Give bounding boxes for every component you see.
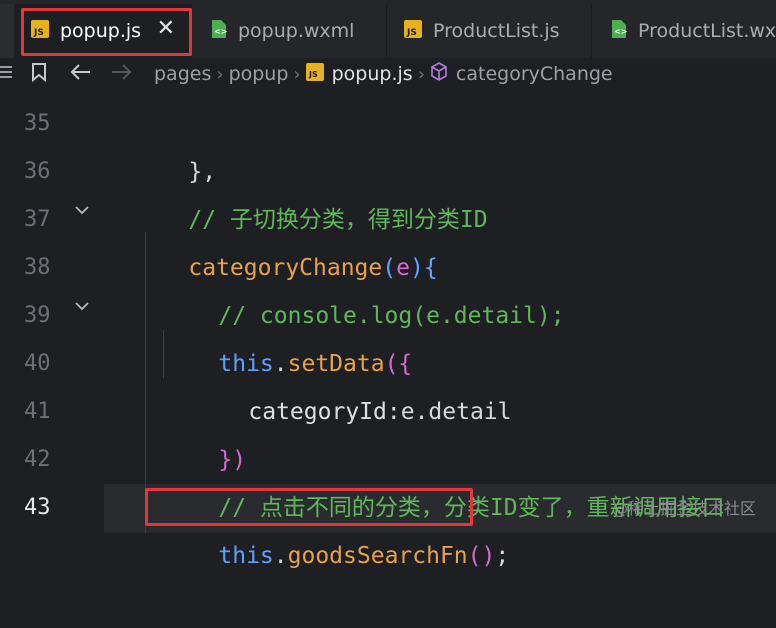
fold-chevron-down-icon[interactable] bbox=[73, 201, 91, 219]
code-token: goodsSearchFn bbox=[287, 543, 468, 569]
line-number: 39 bbox=[24, 303, 51, 328]
code-line: categoryChange(e){ bbox=[133, 196, 437, 281]
svg-text:JS: JS bbox=[308, 70, 318, 79]
menu-icon[interactable] bbox=[0, 63, 14, 85]
code-token: this bbox=[218, 543, 274, 569]
code-line: this.setData({ bbox=[163, 292, 412, 377]
code-line: // console.log(e.detail); bbox=[163, 244, 564, 329]
tab-scroll-edge bbox=[0, 4, 14, 58]
svg-text:<>: <> bbox=[614, 27, 627, 36]
forward-arrow-icon[interactable] bbox=[110, 63, 132, 86]
tab-label: ProductList.wxml bbox=[638, 20, 776, 42]
code-line: // 点击不同的分类，分类ID变了，重新调用接口 bbox=[163, 436, 724, 521]
line-number: 42 bbox=[24, 447, 51, 472]
tab-label: ProductList.js bbox=[433, 20, 560, 42]
tab-label: popup.wxml bbox=[238, 20, 355, 42]
code-line: }, bbox=[133, 100, 216, 185]
tab-productlist-js[interactable]: JS ProductList.js bbox=[387, 4, 592, 58]
line-number: 40 bbox=[24, 351, 51, 376]
wxml-file-icon: <> bbox=[608, 19, 628, 44]
code-editor[interactable]: 35 36 37 38 39 40 41 42 43 }, // 子切换分类，得… bbox=[0, 90, 776, 569]
breadcrumb-item[interactable]: popup.js bbox=[332, 63, 413, 85]
bookmark-icon[interactable] bbox=[30, 62, 48, 87]
tab-productlist-wxml[interactable]: <> ProductList.wxml bbox=[592, 4, 776, 58]
line-number: 36 bbox=[24, 159, 51, 184]
code-token: :e.detail bbox=[386, 399, 512, 425]
line-number: 37 bbox=[24, 207, 51, 232]
code-token: ; bbox=[495, 543, 510, 569]
breadcrumb-item[interactable]: categoryChange bbox=[456, 63, 613, 85]
line-number-gutter: 35 36 37 38 39 40 41 42 43 bbox=[0, 90, 106, 533]
highlight-box-tab bbox=[21, 8, 192, 56]
code-token: . bbox=[273, 543, 288, 569]
fold-chevron-down-icon[interactable] bbox=[73, 297, 91, 315]
tab-popup-wxml[interactable]: <> popup.wxml bbox=[192, 4, 387, 58]
svg-text:JS: JS bbox=[406, 28, 417, 38]
code-line: // 子切换分类，得到分类ID bbox=[133, 148, 487, 233]
line-number-current: 43 bbox=[24, 495, 51, 520]
watermark: @稀土掘金技术社区 bbox=[611, 499, 756, 518]
breadcrumb-separator-icon: › bbox=[216, 63, 224, 85]
code-token: categoryId bbox=[248, 399, 387, 425]
highlight-box-code bbox=[145, 488, 473, 526]
line-number: 41 bbox=[24, 399, 51, 424]
breadcrumb-item[interactable]: pages bbox=[154, 63, 211, 85]
wxml-file-icon: <> bbox=[208, 19, 228, 44]
js-file-icon: JS bbox=[403, 19, 423, 44]
method-cube-icon bbox=[430, 61, 448, 87]
back-arrow-icon[interactable] bbox=[70, 63, 92, 86]
svg-text:<>: <> bbox=[214, 27, 227, 36]
breadcrumb: pages › popup › JS popup.js › categoryCh… bbox=[0, 58, 776, 90]
line-number: 35 bbox=[24, 111, 51, 136]
code-token: () bbox=[467, 543, 496, 569]
code-line: }) bbox=[163, 388, 246, 473]
breadcrumb-separator-icon: › bbox=[293, 63, 301, 85]
breadcrumb-separator-icon: › bbox=[417, 63, 425, 85]
js-file-icon: JS bbox=[305, 62, 324, 86]
code-line: categoryId:e.detail bbox=[193, 340, 511, 425]
breadcrumb-item[interactable]: popup bbox=[229, 63, 289, 85]
line-number: 38 bbox=[24, 255, 51, 280]
editor-tab-bar: JS popup.js ✕ <> popup.wxml JS ProductLi… bbox=[0, 0, 776, 58]
